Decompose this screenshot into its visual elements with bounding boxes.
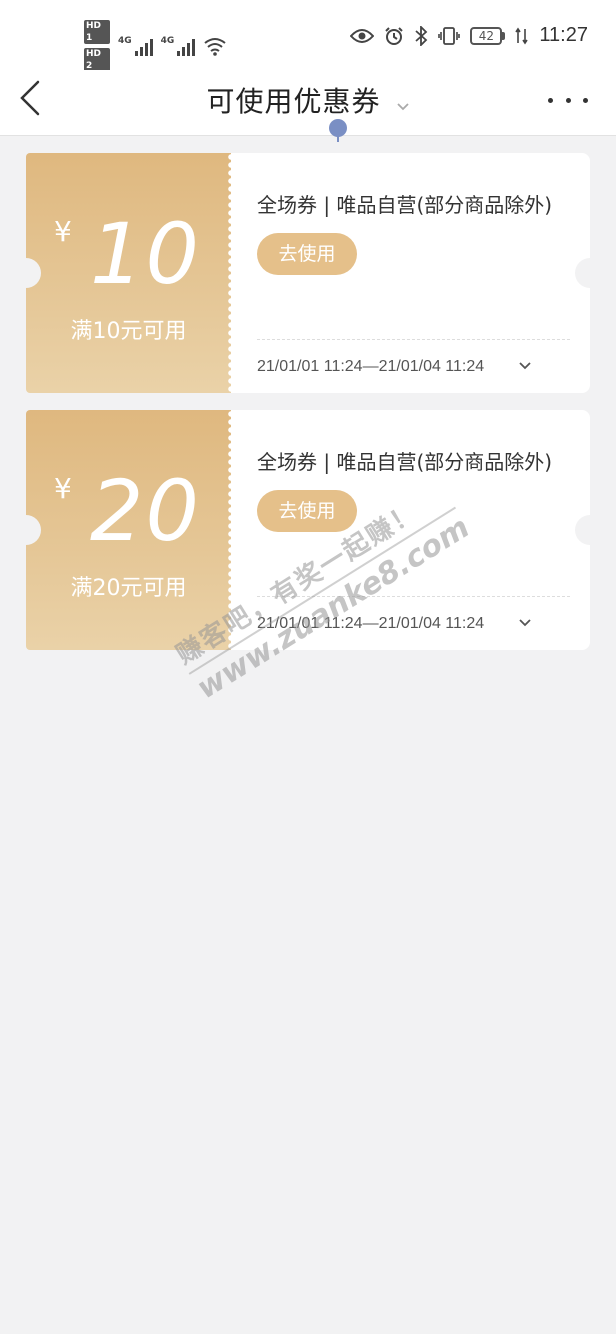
page-title: 可使用优惠券 xyxy=(206,85,381,118)
coupon-notch xyxy=(26,515,41,545)
touch-indicator-line xyxy=(337,134,339,142)
currency-symbol: ¥ xyxy=(54,215,72,248)
coupon-validity: 21/01/01 11:24—21/01/04 11:24 xyxy=(257,615,485,632)
coupon-amount: 20 xyxy=(90,462,201,560)
expand-chevron-icon[interactable] xyxy=(517,615,533,631)
coupon-info-panel: 全场券 | 唯品自营(部分商品除外) 去使用 21/01/01 11:24—21… xyxy=(231,153,605,393)
use-coupon-button[interactable]: 去使用 xyxy=(257,490,357,532)
more-dot-icon xyxy=(583,97,588,103)
status-bar: HD 1 HD 2 4G 4G 42 11:27 xyxy=(0,0,616,72)
nav-bar: 可使用优惠券 xyxy=(0,70,616,136)
coupon-condition: 满10元可用 xyxy=(70,319,187,344)
dashed-divider xyxy=(257,596,570,597)
coupon-amount: 10 xyxy=(90,205,201,303)
more-options-button[interactable] xyxy=(548,88,588,112)
expand-chevron-icon[interactable] xyxy=(517,358,533,374)
battery-level: 42 xyxy=(470,26,503,45)
coupon-card: ¥ 10 满10元可用 全场券 | 唯品自营(部分商品除外) 去使用 21/01… xyxy=(26,153,605,393)
signal-icon-1: 4G xyxy=(118,36,153,56)
more-dot-icon xyxy=(548,97,553,103)
signal-label-1: 4G xyxy=(118,36,132,46)
signal-icon-2: 4G xyxy=(161,36,196,56)
page: HD 1 HD 2 4G 4G 42 11:27 可使用优惠券 ¥ 10 满10… xyxy=(0,0,616,1334)
bluetooth-icon xyxy=(415,25,428,46)
coupon-info-panel: 全场券 | 唯品自营(部分商品除外) 去使用 21/01/01 11:24—21… xyxy=(231,410,605,650)
eye-icon xyxy=(350,28,375,43)
title-dropdown[interactable]: 可使用优惠券 xyxy=(0,80,616,120)
coupon-card: ¥ 20 满20元可用 全场券 | 唯品自营(部分商品除外) 去使用 21/01… xyxy=(26,410,605,650)
status-bar-right: 42 11:27 xyxy=(350,24,588,47)
charging-icon xyxy=(515,27,529,44)
coupon-description: 全场券 | 唯品自营(部分商品除外) xyxy=(257,193,553,217)
signal-label-2: 4G xyxy=(160,36,175,46)
hd1-badge: HD 1 xyxy=(84,20,110,44)
chevron-down-icon xyxy=(396,102,409,110)
coupon-condition: 满20元可用 xyxy=(70,576,187,601)
hd2-badge: HD 2 xyxy=(84,48,110,72)
more-dot-icon xyxy=(565,97,571,103)
coupon-validity: 21/01/01 11:24—21/01/04 11:24 xyxy=(257,358,485,375)
alarm-icon xyxy=(385,26,404,45)
currency-symbol: ¥ xyxy=(54,472,72,505)
vibrate-icon xyxy=(438,26,461,45)
coupon-notch xyxy=(26,258,41,288)
clock: 11:27 xyxy=(539,24,588,46)
use-coupon-button[interactable]: 去使用 xyxy=(257,233,357,275)
status-bar-left: HD 1 HD 2 4G 4G xyxy=(84,20,227,72)
dashed-divider xyxy=(257,339,570,340)
coupon-notch xyxy=(575,515,605,545)
coupon-notch xyxy=(575,258,605,288)
coupon-description: 全场券 | 唯品自营(部分商品除外) xyxy=(257,450,553,474)
coupon-value-panel: ¥ 10 满10元可用 xyxy=(26,153,231,393)
coupon-value-panel: ¥ 20 满20元可用 xyxy=(26,410,231,650)
wifi-icon xyxy=(204,38,226,56)
coupon-list: ¥ 10 满10元可用 全场券 | 唯品自营(部分商品除外) 去使用 21/01… xyxy=(26,153,605,667)
hd-badges: HD 1 HD 2 xyxy=(84,20,110,72)
battery-icon: 42 xyxy=(470,26,506,45)
